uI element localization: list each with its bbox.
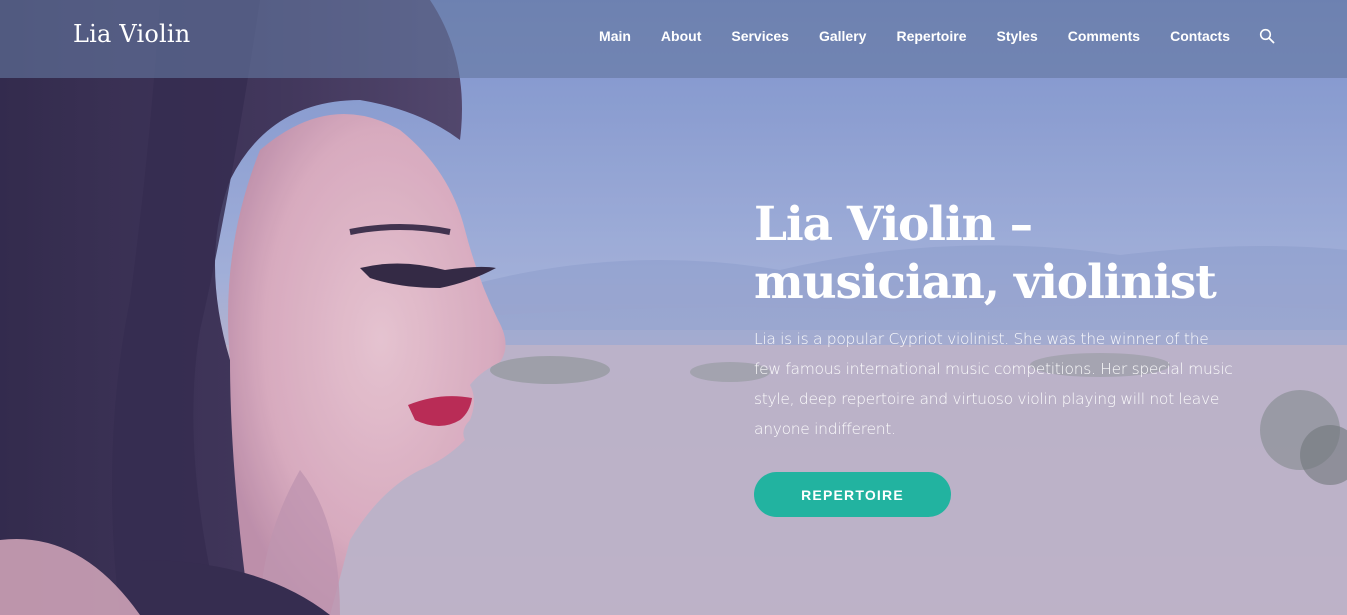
repertoire-button[interactable]: REPERTOIRE — [754, 472, 951, 517]
nav-item-gallery[interactable]: Gallery — [819, 28, 866, 44]
nav-item-about[interactable]: About — [661, 28, 701, 44]
top-navbar: Lia Violin Main About Services Gallery R… — [0, 0, 1347, 78]
nav-item-contacts[interactable]: Contacts — [1170, 28, 1230, 44]
hero-title-line1: Lia Violin – — [754, 197, 1033, 252]
search-icon[interactable] — [1259, 28, 1275, 44]
hero-title-line2: musician, violinist — [754, 255, 1217, 310]
nav-item-main[interactable]: Main — [599, 28, 631, 44]
site-logo[interactable]: Lia Violin — [73, 20, 190, 48]
hero-content: Lia Violin – musician, violinist Lia is … — [754, 196, 1254, 517]
hero-title: Lia Violin – musician, violinist — [754, 196, 1254, 312]
nav-item-comments[interactable]: Comments — [1068, 28, 1140, 44]
nav-item-services[interactable]: Services — [731, 28, 789, 44]
nav-menu: Main About Services Gallery Repertoire S… — [569, 0, 1347, 72]
hero-section: Lia Violin Main About Services Gallery R… — [0, 0, 1347, 615]
nav-item-styles[interactable]: Styles — [996, 28, 1037, 44]
hero-description: Lia is is a popular Cypriot violinist. S… — [754, 330, 1233, 438]
nav-item-repertoire[interactable]: Repertoire — [896, 28, 966, 44]
